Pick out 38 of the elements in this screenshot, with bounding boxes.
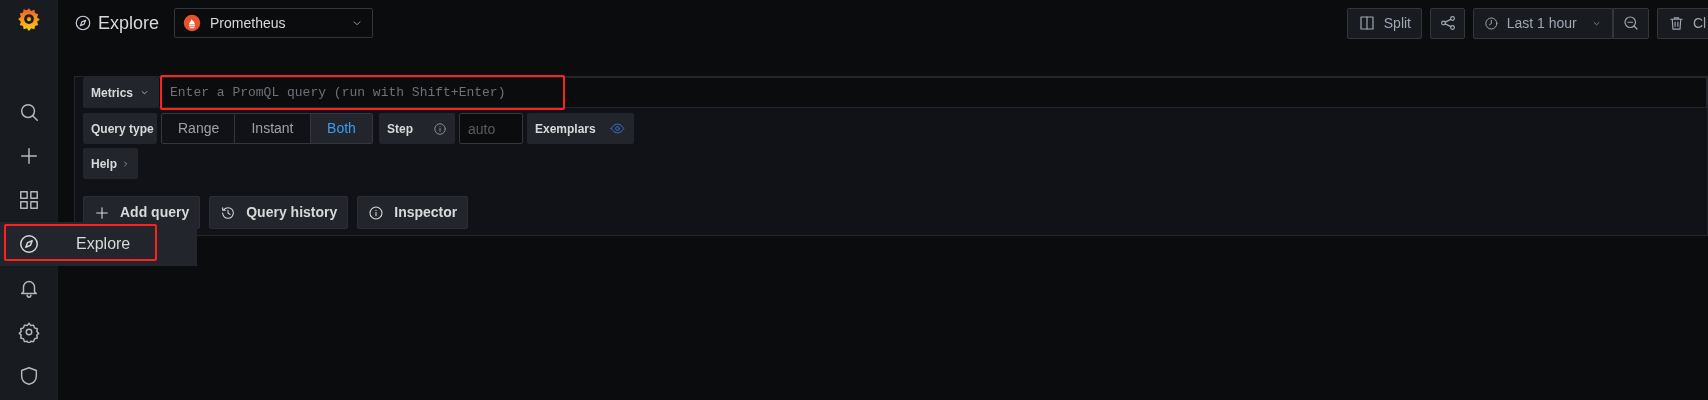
help-link[interactable]: Help <box>83 148 138 179</box>
action-button[interactable]: Query history <box>209 196 349 229</box>
logo-icon[interactable] <box>16 6 42 32</box>
eye-icon <box>609 121 625 136</box>
field-label: Query type <box>83 113 157 144</box>
flame-icon <box>183 14 202 32</box>
field-label: Step <box>387 120 413 138</box>
share-button[interactable] <box>1430 7 1465 39</box>
compass-icon <box>74 14 92 32</box>
compass-icon <box>18 233 40 255</box>
datasource-dropdown[interactable]: Prometheus <box>174 8 374 38</box>
action-button[interactable]: Inspector <box>357 196 469 229</box>
menu-title[interactable]: Explore <box>76 232 131 256</box>
split-icon <box>1357 14 1376 32</box>
query-type-option[interactable]: Range <box>162 114 234 143</box>
step-input-field[interactable]: auto <box>459 113 523 144</box>
plus-icon <box>94 204 110 221</box>
settings-icon <box>18 321 40 343</box>
grid-icon <box>18 189 40 211</box>
clock-icon <box>1484 14 1499 32</box>
time-range-picker[interactable]: Last 1 hour <box>1473 7 1613 39</box>
zoom-out-icon <box>1622 14 1640 32</box>
query-type-option[interactable]: Both <box>310 114 372 143</box>
share-icon <box>1438 14 1457 32</box>
plus-icon <box>18 145 40 167</box>
info-icon <box>368 204 385 221</box>
exemplars-toggle[interactable]: Exemplars <box>527 113 634 144</box>
split-button[interactable]: Split <box>1346 7 1422 39</box>
info-icon <box>433 121 447 136</box>
search-icon <box>18 101 40 123</box>
query-input-field[interactable]: Enter a PromQL query (run with Shift+Enter) <box>158 77 1707 108</box>
zoom-out-button[interactable] <box>1613 7 1649 39</box>
metrics-dropdown[interactable]: Metrics <box>83 77 158 108</box>
shield-icon <box>18 365 40 387</box>
page-title: Explore <box>98 11 160 35</box>
clear-button[interactable]: Cl <box>1657 7 1708 39</box>
history-icon <box>220 204 237 221</box>
trash-icon <box>1668 14 1685 32</box>
